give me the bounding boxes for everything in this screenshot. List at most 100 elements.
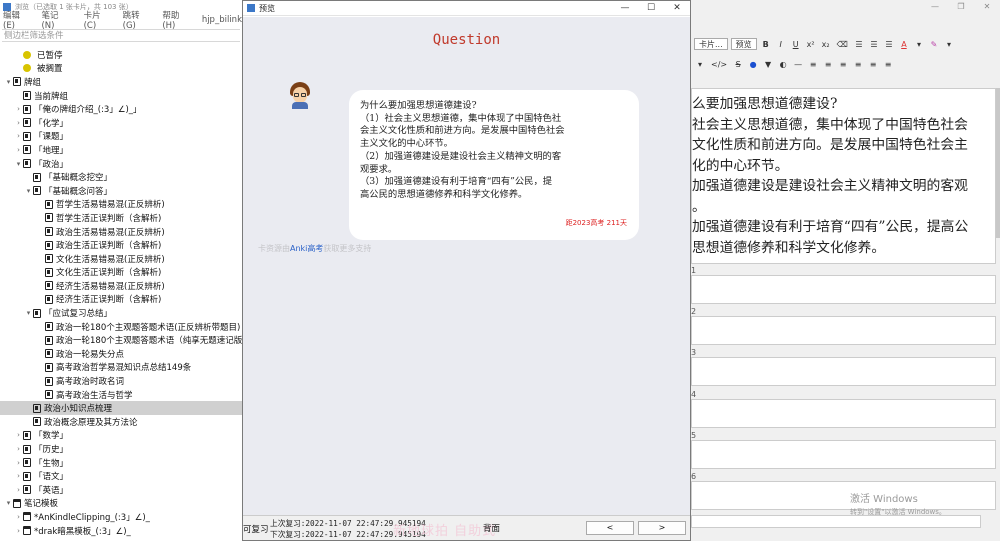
chevron-right-icon[interactable]: › bbox=[14, 459, 23, 467]
chevron-down-icon[interactable]: ▾ bbox=[4, 78, 13, 86]
indent-icon[interactable]: ≡ bbox=[867, 58, 879, 70]
chevron-right-icon[interactable]: › bbox=[14, 146, 23, 154]
fill-dropdown-icon[interactable]: ▼ bbox=[762, 58, 774, 70]
sidebar-tree-item[interactable]: › 「历史」 bbox=[0, 442, 242, 456]
sidebar-tree-item[interactable]: ▾ 「基础概念问答」 bbox=[0, 184, 242, 198]
sidebar-tree-item[interactable]: ▾ 牌组 bbox=[0, 75, 242, 89]
sidebar-tree-item[interactable]: ▾ 「应试复习总结」 bbox=[0, 306, 242, 320]
field-input-5[interactable] bbox=[691, 440, 996, 469]
bold-button[interactable]: B bbox=[760, 38, 772, 50]
sidebar-tree-item[interactable]: 政治一轮180个主观题答题术语(正反辨析带题目) bbox=[0, 320, 242, 334]
highlight-icon[interactable]: ✎ bbox=[928, 38, 940, 50]
italic-button[interactable]: I bbox=[775, 38, 787, 50]
ordered-list-icon[interactable]: ☰ bbox=[868, 38, 880, 50]
blue-dot-icon[interactable]: ● bbox=[747, 58, 759, 70]
sidebar-tree-item[interactable]: 经济生活易错易混(正反辨析) bbox=[0, 279, 242, 293]
menu-cards[interactable]: 卡片(C) bbox=[84, 9, 113, 31]
sidebar-tree-item[interactable]: › 「化学」 bbox=[0, 116, 242, 130]
sidebar-tree-item[interactable]: 高考政治哲学易混知识点总结149条 bbox=[0, 361, 242, 375]
sidebar-tree-item[interactable]: 已暂停 bbox=[0, 48, 242, 62]
underline-button[interactable]: U bbox=[790, 38, 802, 50]
chevron-right-icon[interactable]: › bbox=[14, 431, 23, 439]
cards-button[interactable]: 卡片... bbox=[694, 37, 728, 50]
sidebar-tree-item[interactable]: 高考政治生活与哲学 bbox=[0, 388, 242, 402]
minimize-icon[interactable]: — bbox=[612, 3, 638, 13]
field-input-3[interactable] bbox=[691, 357, 996, 386]
maximize-icon[interactable]: ☐ bbox=[638, 3, 664, 13]
editor-restore-icon[interactable]: ❐ bbox=[948, 2, 974, 11]
sidebar-tree-item[interactable]: › 「课题」 bbox=[0, 130, 242, 144]
align-right-icon[interactable]: ≡ bbox=[837, 58, 849, 70]
editor-minimize-icon[interactable]: — bbox=[922, 2, 948, 11]
menu-go[interactable]: 跳转(G) bbox=[123, 9, 153, 31]
editor-scrollbar[interactable] bbox=[996, 88, 1000, 238]
highlight-dropdown-icon[interactable]: ▾ bbox=[943, 38, 955, 50]
editor-close-icon[interactable]: ✕ bbox=[974, 2, 1000, 11]
chevron-right-icon[interactable]: › bbox=[14, 486, 23, 494]
format-dropdown-icon[interactable]: ▾ bbox=[694, 58, 706, 70]
superscript-button[interactable]: x² bbox=[805, 38, 817, 50]
outdent-icon[interactable]: ≡ bbox=[882, 58, 894, 70]
field-input-1[interactable] bbox=[691, 275, 996, 304]
sidebar-tree-item[interactable]: › 「英语」 bbox=[0, 483, 242, 497]
sidebar-tree-item[interactable]: › 「俺の牌组介绍_(:3」∠)_」 bbox=[0, 102, 242, 116]
sidebar-tree-item[interactable]: › 「地理」 bbox=[0, 143, 242, 157]
show-back-button[interactable]: 背面 bbox=[483, 522, 500, 534]
preview-button[interactable]: 预览 bbox=[730, 37, 757, 50]
horizontal-rule-icon[interactable]: — bbox=[792, 58, 804, 70]
chevron-right-icon[interactable]: › bbox=[14, 527, 23, 535]
close-icon[interactable]: ✕ bbox=[664, 3, 690, 13]
sidebar-tree-item[interactable]: 政治小知识点梳理 bbox=[0, 401, 242, 416]
sidebar-tree-item[interactable]: › 「生物」 bbox=[0, 456, 242, 470]
front-field-editor[interactable]: 么要加强思想道德建设? 社会主义思想道德，集中体现了中国特色社会 文化性质和前进… bbox=[691, 88, 996, 264]
anki-gaokao-link[interactable]: Anki高考 bbox=[290, 244, 323, 253]
chevron-right-icon[interactable]: › bbox=[14, 105, 23, 113]
sidebar-tree-item[interactable]: 政治一轮180个主观题答题术语（纯享无题速记版) bbox=[0, 333, 246, 347]
html-editor-icon[interactable]: </> bbox=[709, 58, 729, 70]
subscript-button[interactable]: x₂ bbox=[820, 38, 832, 50]
tags-input[interactable] bbox=[691, 515, 981, 528]
justify-icon[interactable]: ≡ bbox=[852, 58, 864, 70]
circle-icon[interactable]: ◐ bbox=[777, 58, 789, 70]
sidebar-tree-item[interactable]: 政治生活易错易混(正反辨析) bbox=[0, 225, 242, 239]
chevron-right-icon[interactable]: › bbox=[14, 445, 23, 453]
chevron-right-icon[interactable]: › bbox=[14, 132, 23, 140]
menu-hjp-bilink[interactable]: hjp_bilink bbox=[202, 15, 242, 25]
sidebar-tree-item[interactable]: 政治概念原理及其方法论 bbox=[0, 415, 242, 429]
sidebar-tree-item[interactable]: 被搁置 bbox=[0, 62, 242, 76]
sidebar-tree-item[interactable]: › 「数学」 bbox=[0, 429, 242, 443]
chevron-down-icon[interactable]: ▾ bbox=[14, 160, 23, 168]
field-input-6[interactable] bbox=[691, 481, 996, 510]
align-left-icon[interactable]: ≡ bbox=[807, 58, 819, 70]
sidebar-tree-item[interactable]: 哲学生活正误判断（含解析) bbox=[0, 211, 242, 225]
sidebar-tree-item[interactable]: › *AnKindleClipping_(:3」∠)_ bbox=[0, 510, 242, 524]
chevron-right-icon[interactable]: › bbox=[14, 119, 23, 127]
align-center-icon[interactable]: ≡ bbox=[822, 58, 834, 70]
text-color-button[interactable]: A bbox=[898, 38, 910, 50]
sidebar-tree-item[interactable]: › *drak暗黑模板_(:3」∠)_ bbox=[0, 524, 242, 538]
sidebar-tree-item[interactable]: 当前牌组 bbox=[0, 89, 242, 103]
sidebar-tree-item[interactable]: 高考政治时政名词 bbox=[0, 374, 242, 388]
chevron-down-icon[interactable]: ▾ bbox=[4, 499, 13, 507]
sidebar-tree-item[interactable]: 经济生活正误判断（含解析) bbox=[0, 293, 242, 307]
strikethrough-button[interactable]: S bbox=[732, 58, 744, 70]
sidebar-tree-item[interactable]: 「基础概念挖空」 bbox=[0, 170, 242, 184]
chevron-down-icon[interactable]: ▾ bbox=[24, 187, 33, 195]
menu-notes[interactable]: 笔记 (N) bbox=[41, 9, 73, 31]
sidebar-tree-item[interactable]: 文化生活正误判断（含解析) bbox=[0, 266, 242, 280]
sidebar-tree-item[interactable]: 文化生活易错易混(正反辨析) bbox=[0, 252, 242, 266]
align-icon[interactable]: ☰ bbox=[883, 38, 895, 50]
menu-edit[interactable]: 编辑(E) bbox=[3, 9, 31, 31]
chevron-down-icon[interactable]: ▾ bbox=[24, 309, 33, 317]
text-color-dropdown-icon[interactable]: ▾ bbox=[913, 38, 925, 50]
sidebar-filter-input[interactable]: 侧边栏筛选条件 bbox=[2, 29, 240, 42]
sidebar-tree-item[interactable]: ▾ 笔记模板 bbox=[0, 497, 242, 511]
field-input-4[interactable] bbox=[691, 399, 996, 428]
sidebar-tree-item[interactable]: 哲学生活易错易混(正反辨析) bbox=[0, 198, 242, 212]
field-input-2[interactable] bbox=[691, 316, 996, 345]
next-card-button[interactable]: > bbox=[638, 521, 686, 535]
sidebar-tree-item[interactable]: ▾ 「政治」 bbox=[0, 157, 242, 171]
sidebar-tree-item[interactable]: 政治生活正误判断（含解析) bbox=[0, 238, 242, 252]
sidebar-tree-item[interactable]: 政治一轮易失分点 bbox=[0, 347, 242, 361]
chevron-right-icon[interactable]: › bbox=[14, 513, 23, 521]
